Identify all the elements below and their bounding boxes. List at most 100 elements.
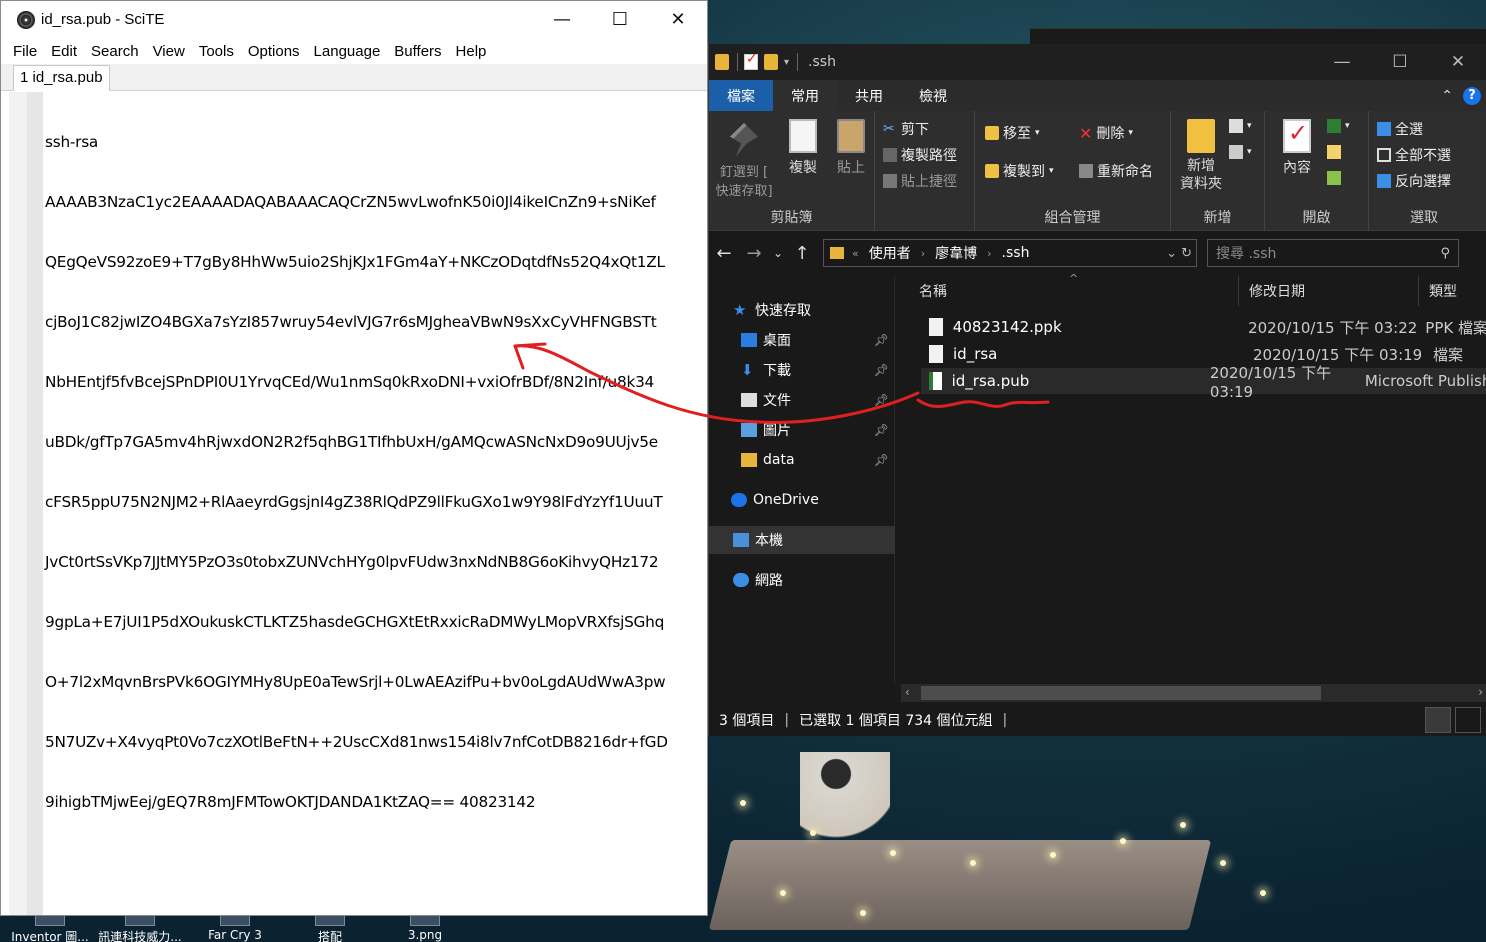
tab-view[interactable]: 檢視 — [901, 80, 965, 111]
pin-quick-access-button[interactable]: 釘選到 [ 快速存取] — [709, 121, 779, 199]
scrollbar-thumb[interactable] — [921, 686, 1321, 700]
up-arrow-icon[interactable]: ↑ — [787, 243, 817, 264]
open-button[interactable]: ▾ — [1327, 119, 1350, 133]
tab-share[interactable]: 共用 — [837, 80, 901, 111]
publisher-file-icon — [929, 372, 942, 390]
delete-button[interactable]: ✕ 刪除 ▾ — [1079, 123, 1133, 143]
menu-view[interactable]: View — [146, 43, 192, 60]
desktop-icon — [741, 333, 757, 347]
paste-button[interactable]: 貼上 — [823, 117, 879, 177]
scroll-right-icon[interactable]: › — [1478, 685, 1483, 699]
sidebar-item-network[interactable]: 網路 — [709, 566, 895, 594]
ribbon-group-label: 組合管理 — [1044, 210, 1101, 226]
buffer-tab[interactable]: 1 id_rsa.pub — [13, 65, 110, 91]
rename-icon — [1079, 164, 1093, 178]
editor-text[interactable]: ssh-rsa AAAAB3NzaC1yc2EAAAADAQABAAACAQCr… — [45, 92, 703, 852]
column-header-name[interactable]: 名稱 ^ — [909, 272, 1239, 306]
cloud-icon — [731, 493, 747, 507]
back-arrow-icon[interactable]: ← — [709, 243, 739, 264]
tab-file[interactable]: 檔案 — [709, 80, 773, 111]
paste-shortcut-icon — [883, 174, 897, 188]
explorer-titlebar[interactable]: ▾ .ssh — ☐ ✕ — [709, 44, 1486, 80]
menu-file[interactable]: File — [6, 43, 44, 60]
sidebar-item-this-pc[interactable]: 本機 — [709, 526, 895, 554]
easy-access-button[interactable]: ▾ — [1229, 145, 1252, 159]
pictures-icon — [741, 423, 757, 437]
collapse-ribbon-icon[interactable]: ⌃ — [1441, 88, 1453, 104]
sidebar-item-pictures[interactable]: 圖片 📌︎ — [709, 416, 895, 444]
paste-shortcut-button[interactable]: 貼上捷徑 — [883, 171, 957, 191]
menu-buffers[interactable]: Buffers — [387, 43, 448, 60]
large-icons-view-icon[interactable] — [1455, 707, 1481, 733]
copy-to-button[interactable]: 複製到 ▾ — [985, 161, 1054, 181]
help-icon[interactable]: ? — [1463, 86, 1481, 105]
desktop-icon-cyberlink[interactable]: 訊連科技威力... — [90, 912, 190, 942]
breadcrumb-users[interactable]: 使用者 — [869, 243, 911, 263]
menu-options[interactable]: Options — [241, 43, 307, 60]
rename-button[interactable]: 重新命名 — [1079, 161, 1153, 181]
move-to-button[interactable]: 移至 ▾ — [985, 123, 1040, 143]
address-dropdown-refresh-icon[interactable]: ⌄ ↻ — [1166, 246, 1196, 261]
document-icon — [741, 393, 757, 407]
minimize-button[interactable]: — — [1313, 44, 1371, 80]
close-button[interactable]: ✕ — [1429, 44, 1486, 80]
column-header-type[interactable]: 類型 — [1419, 276, 1486, 306]
minimize-button[interactable]: — — [533, 1, 591, 38]
close-button[interactable]: ✕ — [649, 1, 707, 38]
tab-home[interactable]: 常用 — [773, 80, 837, 111]
file-icon — [929, 318, 943, 336]
sidebar-item-documents[interactable]: 文件 📌︎ — [709, 386, 895, 414]
new-folder-quick-icon[interactable] — [764, 54, 778, 70]
sidebar-item-onedrive[interactable]: OneDrive — [709, 486, 895, 514]
fold-margin — [27, 92, 43, 915]
cut-button[interactable]: ✂ 剪下 — [883, 119, 929, 139]
desktop-icon-inventor[interactable]: Inventor 圖... — [0, 912, 100, 942]
maximize-button[interactable]: ☐ — [1371, 44, 1429, 80]
sidebar-item-quick-access[interactable]: ★ 快速存取 — [709, 296, 895, 324]
menu-help[interactable]: Help — [449, 43, 494, 60]
properties-button[interactable]: 內容 — [1269, 117, 1325, 177]
breadcrumb-ssh[interactable]: .ssh — [1002, 245, 1030, 261]
recent-locations-icon[interactable]: ⌄ — [769, 246, 787, 260]
column-header-date[interactable]: 修改日期 — [1239, 276, 1419, 306]
scite-editor[interactable]: ssh-rsa AAAAB3NzaC1yc2EAAAADAQABAAACAQCr… — [1, 92, 707, 915]
select-all-button[interactable]: 全選 — [1377, 119, 1423, 139]
scroll-left-icon[interactable]: ‹ — [905, 685, 910, 699]
search-input[interactable]: 搜尋 .ssh ⚲ — [1207, 239, 1459, 267]
menu-tools[interactable]: Tools — [192, 43, 241, 60]
editor-line: ssh-rsa — [45, 133, 99, 151]
edit-button[interactable] — [1327, 145, 1341, 159]
menu-language[interactable]: Language — [307, 43, 388, 60]
maximize-button[interactable]: ☐ — [591, 1, 649, 38]
ribbon-group-select: 全選 全部不選 反向選擇 選取 — [1369, 111, 1479, 231]
invert-selection-button[interactable]: 反向選擇 — [1377, 171, 1451, 191]
sidebar-item-data[interactable]: data 📌︎ — [709, 446, 895, 474]
sidebar-item-desktop[interactable]: 桌面 📌︎ — [709, 326, 895, 354]
file-row[interactable]: id_rsa 2020/10/15 下午 03:19 檔案 — [921, 341, 1486, 367]
desktop-icon-png[interactable]: 3.png — [375, 912, 475, 942]
quick-access-dropdown-icon[interactable]: ▾ — [784, 57, 789, 68]
scite-window: id_rsa.pub - SciTE — ☐ ✕ File Edit Searc… — [0, 0, 708, 916]
select-none-button[interactable]: 全部不選 — [1377, 145, 1451, 165]
copy-path-button[interactable]: 複製路徑 — [883, 145, 957, 165]
navigation-bar: ← → ⌄ ↑ « 使用者 › 廖韋博 › .ssh ⌄ ↻ 搜尋 .ssh ⚲ — [709, 232, 1486, 274]
details-view-icon[interactable] — [1425, 707, 1451, 733]
history-button[interactable] — [1327, 171, 1341, 185]
horizontal-scrollbar[interactable]: ‹ › — [901, 684, 1486, 702]
forward-arrow-icon[interactable]: → — [739, 243, 769, 264]
scite-titlebar[interactable]: id_rsa.pub - SciTE — ☐ ✕ — [1, 1, 707, 38]
properties-quick-icon[interactable] — [744, 51, 758, 70]
menu-edit[interactable]: Edit — [44, 43, 84, 60]
file-row[interactable]: id_rsa.pub 2020/10/15 下午 03:19 Microsoft… — [921, 364, 1486, 401]
desktop-icon-farcry[interactable]: Far Cry 3 — [185, 912, 285, 942]
file-row[interactable]: 40823142.ppk 2020/10/15 下午 03:22 PPK 檔案 — [921, 314, 1486, 340]
menu-search[interactable]: Search — [84, 43, 146, 60]
new-item-button[interactable]: ▾ — [1229, 119, 1252, 133]
sidebar-item-downloads[interactable]: ⬇ 下載 📌︎ — [709, 356, 895, 384]
new-folder-button[interactable]: 新增 資料夾 — [1173, 117, 1229, 193]
file-icon — [929, 345, 943, 363]
breadcrumb-user[interactable]: 廖韋博 — [935, 243, 977, 263]
desktop-icon-match[interactable]: 搭配 — [280, 912, 380, 942]
address-bar[interactable]: « 使用者 › 廖韋博 › .ssh ⌄ ↻ — [823, 239, 1197, 267]
editor-line: AAAAB3NzaC1yc2EAAAADAQABAAACAQCrZN5wvLwo… — [45, 193, 656, 211]
